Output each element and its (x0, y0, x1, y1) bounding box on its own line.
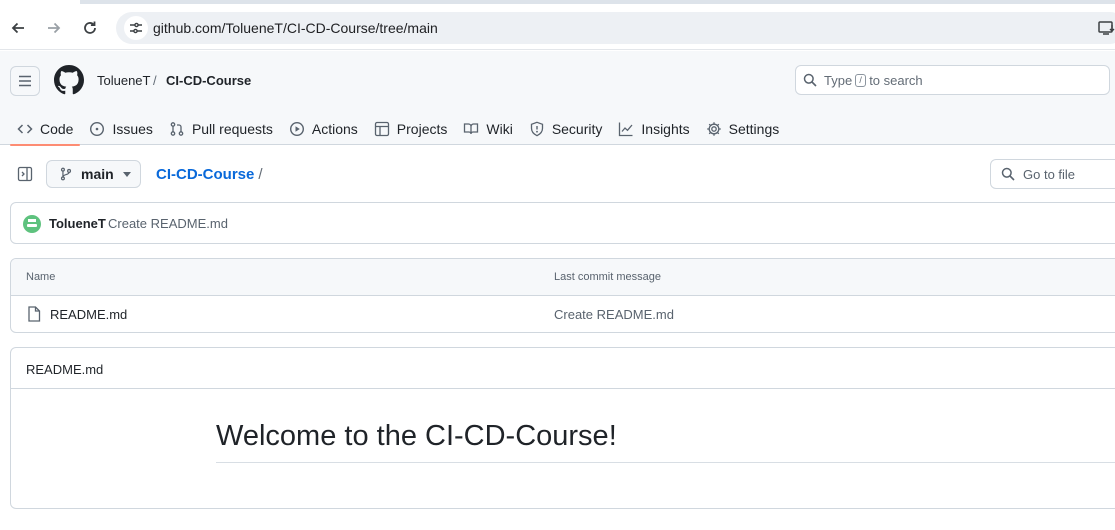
commit-author-link[interactable]: TolueneT (49, 216, 106, 231)
reload-icon[interactable] (78, 16, 102, 40)
tab-pull-requests[interactable]: Pull requests (162, 113, 280, 145)
hamburger-menu-button[interactable] (10, 66, 40, 96)
search-icon (803, 73, 817, 87)
path-separator: / (258, 166, 263, 183)
issue-opened-icon (90, 121, 105, 137)
search-placeholder-suffix: to search (869, 73, 923, 88)
commit-message-link[interactable]: Create README.md (108, 216, 228, 231)
tab-settings-label: Settings (728, 121, 780, 137)
browser-toolbar: github.com/TolueneT/CI-CD-Course/tree/ma… (0, 4, 1115, 50)
search-placeholder: Type / to search (824, 73, 923, 88)
branch-selector-button[interactable]: main (46, 160, 141, 188)
heading-divider (216, 462, 1115, 463)
table-icon (374, 121, 389, 137)
tab-insights[interactable]: Insights (611, 113, 696, 145)
forward-icon[interactable] (42, 16, 66, 40)
file-path-breadcrumb: CI-CD-Course / (156, 166, 263, 183)
tab-projects-label: Projects (396, 121, 448, 137)
tab-actions[interactable]: Actions (282, 113, 365, 145)
shield-icon (530, 121, 543, 137)
search-icon (1001, 167, 1015, 181)
back-icon[interactable] (6, 16, 30, 40)
go-to-file-placeholder: Go to file (1023, 167, 1076, 182)
tab-actions-label: Actions (311, 121, 358, 137)
tab-settings[interactable]: Settings (699, 113, 787, 145)
table-row[interactable]: README.md Create README.md (11, 296, 1115, 332)
column-header-name: Name (26, 271, 56, 283)
tab-projects[interactable]: Projects (367, 113, 455, 145)
url-text: github.com/TolueneT/CI-CD-Course/tree/ma… (153, 20, 438, 36)
path-repo-link[interactable]: CI-CD-Course (156, 166, 254, 183)
tab-wiki[interactable]: Wiki (456, 113, 519, 145)
search-shortcut-key: / (855, 74, 867, 87)
download-icon[interactable] (1098, 20, 1115, 39)
github-logo-icon[interactable] (54, 65, 84, 95)
tab-pull-requests-label: Pull requests (191, 121, 273, 137)
play-icon (289, 121, 304, 137)
breadcrumb-separator: / (153, 73, 157, 88)
file-icon (28, 306, 41, 322)
files-table: Name Last commit message README.md Creat… (10, 258, 1115, 333)
branch-name: main (81, 166, 114, 182)
repo-nav: Code Issues Pull requests Actions Projec… (10, 113, 788, 146)
readme-title[interactable]: README.md (26, 362, 103, 377)
site-info-icon[interactable] (124, 16, 148, 40)
address-bar[interactable]: github.com/TolueneT/CI-CD-Course/tree/ma… (116, 12, 1115, 44)
readme-header: README.md (11, 348, 1115, 389)
avatar[interactable] (23, 215, 41, 233)
github-header: TolueneT / CI-CD-Course Type / to search… (0, 51, 1115, 146)
pull-request-icon (170, 122, 184, 136)
tab-code-label: Code (40, 121, 74, 137)
repo-name-link[interactable]: CI-CD-Course (166, 73, 251, 88)
column-header-last-commit: Last commit message (554, 271, 661, 283)
book-icon (464, 123, 479, 135)
tab-security-label: Security (551, 121, 603, 137)
table-header: Name Last commit message (11, 259, 1115, 296)
search-input[interactable]: Type / to search (795, 65, 1110, 95)
triangle-down-icon (122, 171, 131, 177)
tab-code[interactable]: Code (10, 113, 81, 146)
file-commit-message-link[interactable]: Create README.md (554, 307, 674, 322)
tab-issues[interactable]: Issues (82, 113, 159, 145)
file-name-link[interactable]: README.md (50, 307, 127, 322)
side-panel-toggle-icon[interactable] (17, 166, 33, 185)
search-placeholder-prefix: Type (824, 73, 853, 88)
tab-wiki-label: Wiki (486, 121, 513, 137)
repo-owner-link[interactable]: TolueneT (97, 73, 150, 88)
latest-commit-bar: TolueneT Create README.md (10, 202, 1115, 244)
hamburger-icon (19, 75, 31, 87)
gear-icon (706, 122, 721, 136)
readme-panel: README.md Welcome to the CI-CD-Course! (10, 347, 1115, 509)
tab-issues-label: Issues (112, 121, 153, 137)
code-icon (17, 124, 33, 134)
tab-security[interactable]: Security (522, 113, 610, 145)
go-to-file-input[interactable]: Go to file (990, 159, 1115, 189)
graph-icon (619, 122, 633, 137)
git-branch-icon (60, 167, 72, 181)
readme-heading: Welcome to the CI-CD-Course! (216, 420, 617, 452)
tab-insights-label: Insights (641, 121, 690, 137)
